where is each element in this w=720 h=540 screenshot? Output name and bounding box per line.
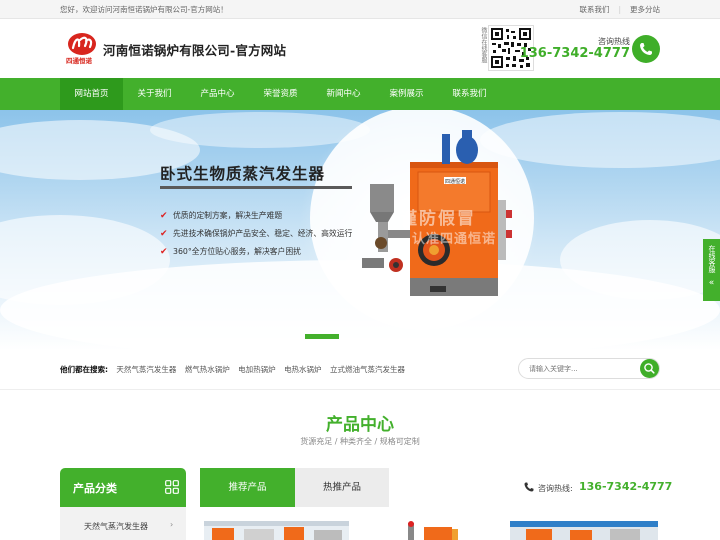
boiler-plate-text: 四通恒诺 (445, 178, 465, 185)
product-thumbnail[interactable] (204, 521, 349, 540)
banner-feature-3: ✔ 360°全方位贴心服务，解决客户困扰 (160, 247, 301, 257)
check-icon: ✔ (160, 247, 168, 257)
check-icon: ✔ (160, 229, 168, 239)
category-list: 天然气蒸汽发生器 › (60, 507, 186, 540)
nav-item-about[interactable]: 关于我们 (123, 78, 186, 110)
top-link-contact[interactable]: 联系我们 (579, 5, 609, 14)
hero-banner[interactable]: 四通恒诺 卧式生物质蒸汽发生器 ✔ 优质的定制方案，解决生产难题 ✔ 先进技术确保锅… (0, 110, 720, 350)
search-button[interactable] (640, 359, 659, 378)
search-icon (644, 363, 655, 374)
slider-indicator-active[interactable] (305, 334, 339, 339)
nav-item-products[interactable]: 产品中心 (186, 78, 249, 110)
category-item[interactable]: 天然气蒸汽发生器 (84, 521, 148, 532)
section-hotline-label: 咨询热线: (538, 484, 573, 493)
online-service-float[interactable]: 在线客服 « (703, 239, 720, 301)
banner-title-underline (160, 186, 352, 189)
logo-text: 四通恒诺 (66, 57, 92, 65)
check-icon: ✔ (160, 211, 168, 221)
banner-watermark-1: 谨防假冒 (400, 209, 476, 229)
nav-item-honors[interactable]: 荣誉资质 (249, 78, 312, 110)
chevron-right-icon: › (170, 520, 174, 529)
qr-label: 微信在线客服 (480, 27, 487, 63)
hot-search-keyword[interactable]: 天然气蒸汽发生器 (116, 365, 176, 374)
banner-watermark-2: 认准四通恒诺 (412, 232, 497, 247)
online-service-label: 在线客服 (708, 245, 716, 273)
double-chevron-left-icon: « (708, 278, 715, 288)
banner-background: 四通恒诺 (0, 110, 720, 350)
phone-icon (524, 482, 534, 492)
welcome-text: 您好，欢迎访问河南恒诺锅炉有限公司-官方网站！ (60, 5, 228, 14)
header: 四通恒诺 河南恒诺锅炉有限公司-官方网站 微信在线客服 咨询热线 136-734… (0, 19, 720, 78)
hot-search-label: 他们都在搜索: (60, 365, 108, 374)
section-title: 产品中心 (326, 415, 394, 435)
hotline-number[interactable]: 136-7342-4777 (520, 46, 630, 61)
product-thumbnail[interactable] (510, 521, 658, 540)
nav-item-contact[interactable]: 联系我们 (438, 78, 501, 110)
search-input[interactable] (529, 363, 639, 375)
banner-title: 卧式生物质蒸汽发生器 (160, 165, 326, 183)
section-subtitle: 货源充足 / 种类齐全 / 规格可定制 (300, 437, 420, 446)
company-logo[interactable]: 四通恒诺 (65, 32, 99, 65)
hot-search-bar: 他们都在搜索: 天然气蒸汽发生器 燃气热水锅炉 电加热锅炉 电热水锅炉 立式燃油… (60, 364, 411, 375)
category-header: 产品分类 (60, 468, 186, 507)
hot-search-keyword[interactable]: 立式燃油气蒸汽发生器 (330, 365, 405, 374)
nav-item-cases[interactable]: 案例展示 (375, 78, 438, 110)
hot-search-keyword[interactable]: 电加热锅炉 (238, 365, 276, 374)
site-title: 河南恒诺锅炉有限公司-官方网站 (103, 43, 287, 58)
top-link-substations[interactable]: 更多分站 (630, 5, 660, 14)
hot-search-keyword[interactable]: 电热水锅炉 (284, 365, 322, 374)
main-nav: 网站首页 关于我们 产品中心 荣誉资质 新闻中心 案例展示 联系我们 (0, 78, 720, 110)
phone-icon[interactable] (632, 35, 660, 63)
top-bar: 您好，欢迎访问河南恒诺锅炉有限公司-官方网站！ 联系我们 | 更多分站 (0, 0, 720, 19)
top-link-separator: | (618, 5, 621, 14)
section-divider (0, 389, 720, 390)
nav-item-home[interactable]: 网站首页 (60, 78, 123, 110)
banner-feature-1: ✔ 优质的定制方案，解决生产难题 (160, 211, 283, 221)
tab-recommended[interactable]: 推荐产品 (200, 468, 295, 507)
top-links: 联系我们 | 更多分站 (579, 4, 660, 15)
product-thumbnail[interactable] (362, 521, 494, 540)
search-box (518, 358, 660, 379)
grid-icon (165, 480, 179, 494)
nav-item-news[interactable]: 新闻中心 (312, 78, 375, 110)
tab-hot[interactable]: 热推产品 (295, 468, 389, 507)
banner-feature-2: ✔ 先进技术确保锅炉产品安全、稳定、经济、高效运行 (160, 229, 353, 239)
hot-search-keyword[interactable]: 燃气热水锅炉 (185, 365, 230, 374)
section-hotline-number[interactable]: 136-7342-4777 (579, 480, 672, 493)
category-header-title: 产品分类 (73, 482, 117, 495)
